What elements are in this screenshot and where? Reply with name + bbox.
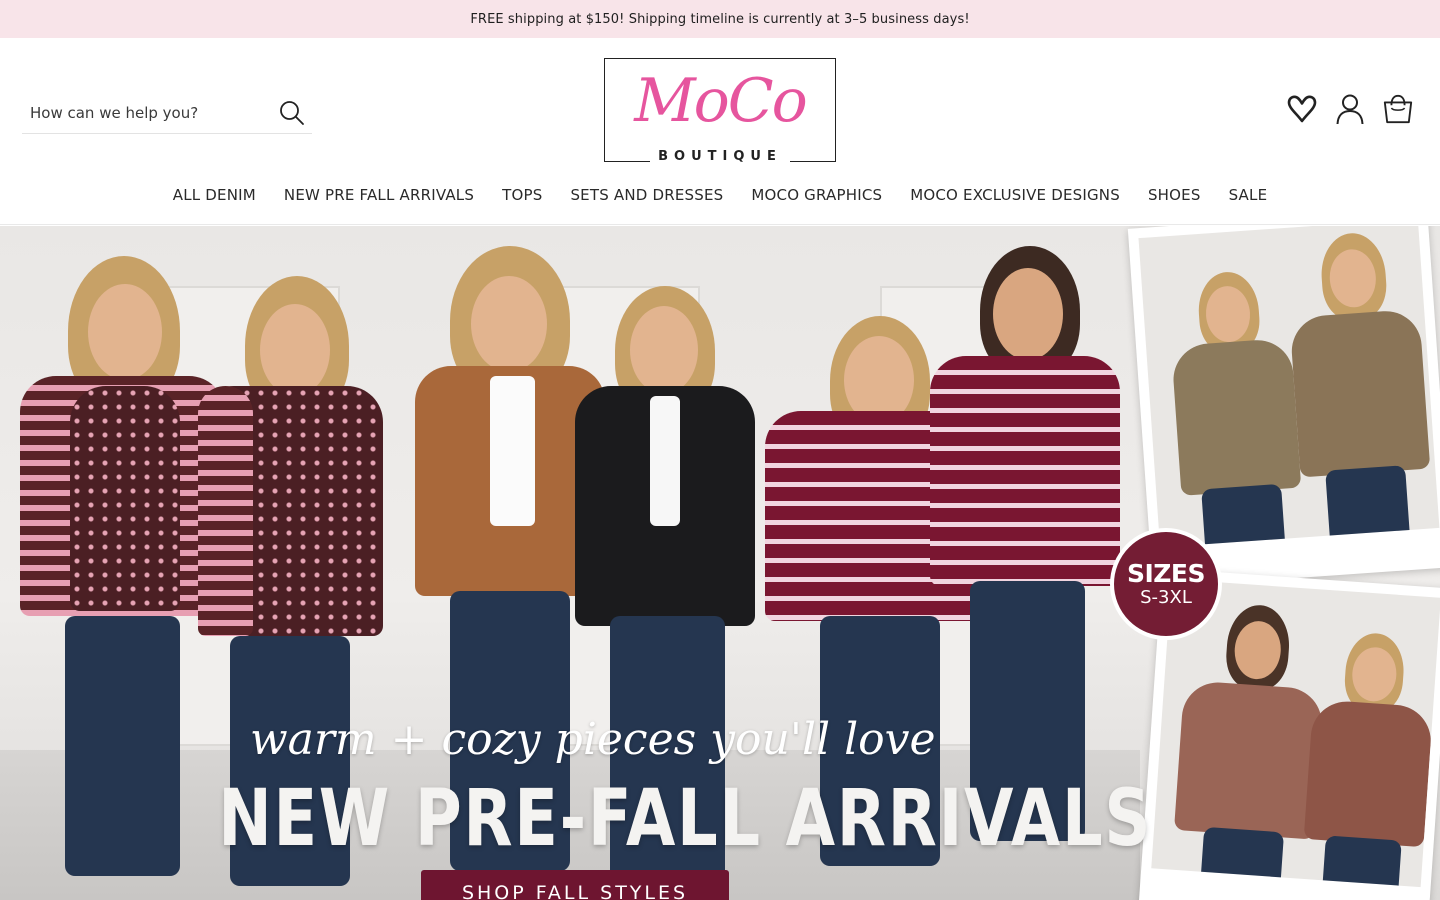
logo-wordmark: MoCo [634,66,808,136]
site-logo[interactable]: MoCo BOUTIQUE [604,58,836,166]
announcement-bar: FREE shipping at $150! Shipping timeline… [0,0,1440,38]
wishlist-button[interactable] [1286,92,1318,126]
nav-item-tops[interactable]: TOPS [502,186,542,210]
announcement-text: FREE shipping at $150! Shipping timeline… [470,11,970,27]
main-navigation: ALL DENIM NEW PRE FALL ARRIVALS TOPS SET… [0,186,1440,210]
sizes-badge: SIZES S-3XL [1110,528,1222,640]
hero-tagline: warm + cozy pieces you'll love [250,714,936,765]
nav-item-new-pre-fall-arrivals[interactable]: NEW PRE FALL ARRIVALS [284,186,474,210]
account-button[interactable] [1334,92,1366,126]
search-button[interactable] [272,93,312,133]
sizes-badge-title: SIZES [1126,559,1206,588]
hero-banner[interactable]: SIZES S-3XL warm + cozy pieces you'll lo… [0,226,1440,900]
header-actions [1286,92,1414,126]
search-bar [22,92,312,134]
hero-title: NEW PRE-FALL ARRIVALS [218,774,1153,864]
nav-item-shoes[interactable]: SHOES [1148,186,1201,210]
wishlist-heart-icon [1287,95,1317,123]
cart-bag-icon [1383,94,1413,124]
shop-fall-styles-button[interactable]: SHOP FALL STYLES [421,870,729,900]
polaroid-photo [1138,226,1440,548]
nav-item-all-denim[interactable]: ALL DENIM [173,186,256,210]
nav-item-sets-and-dresses[interactable]: SETS AND DRESSES [570,186,723,210]
nav-item-moco-graphics[interactable]: MOCO GRAPHICS [751,186,882,210]
site-header: MoCo BOUTIQUE ALL DENIM NEW PRE FALL [0,38,1440,225]
logo-subtitle: BOUTIQUE [650,148,790,166]
search-input[interactable] [22,92,272,133]
search-icon [280,100,304,125]
cart-button[interactable] [1382,92,1414,126]
account-icon [1336,94,1364,125]
nav-item-sale[interactable]: SALE [1229,186,1268,210]
sizes-badge-range: S-3XL [1140,587,1192,608]
nav-item-moco-exclusive-designs[interactable]: MOCO EXCLUSIVE DESIGNS [910,186,1120,210]
logo-subline: BOUTIQUE [603,148,837,166]
